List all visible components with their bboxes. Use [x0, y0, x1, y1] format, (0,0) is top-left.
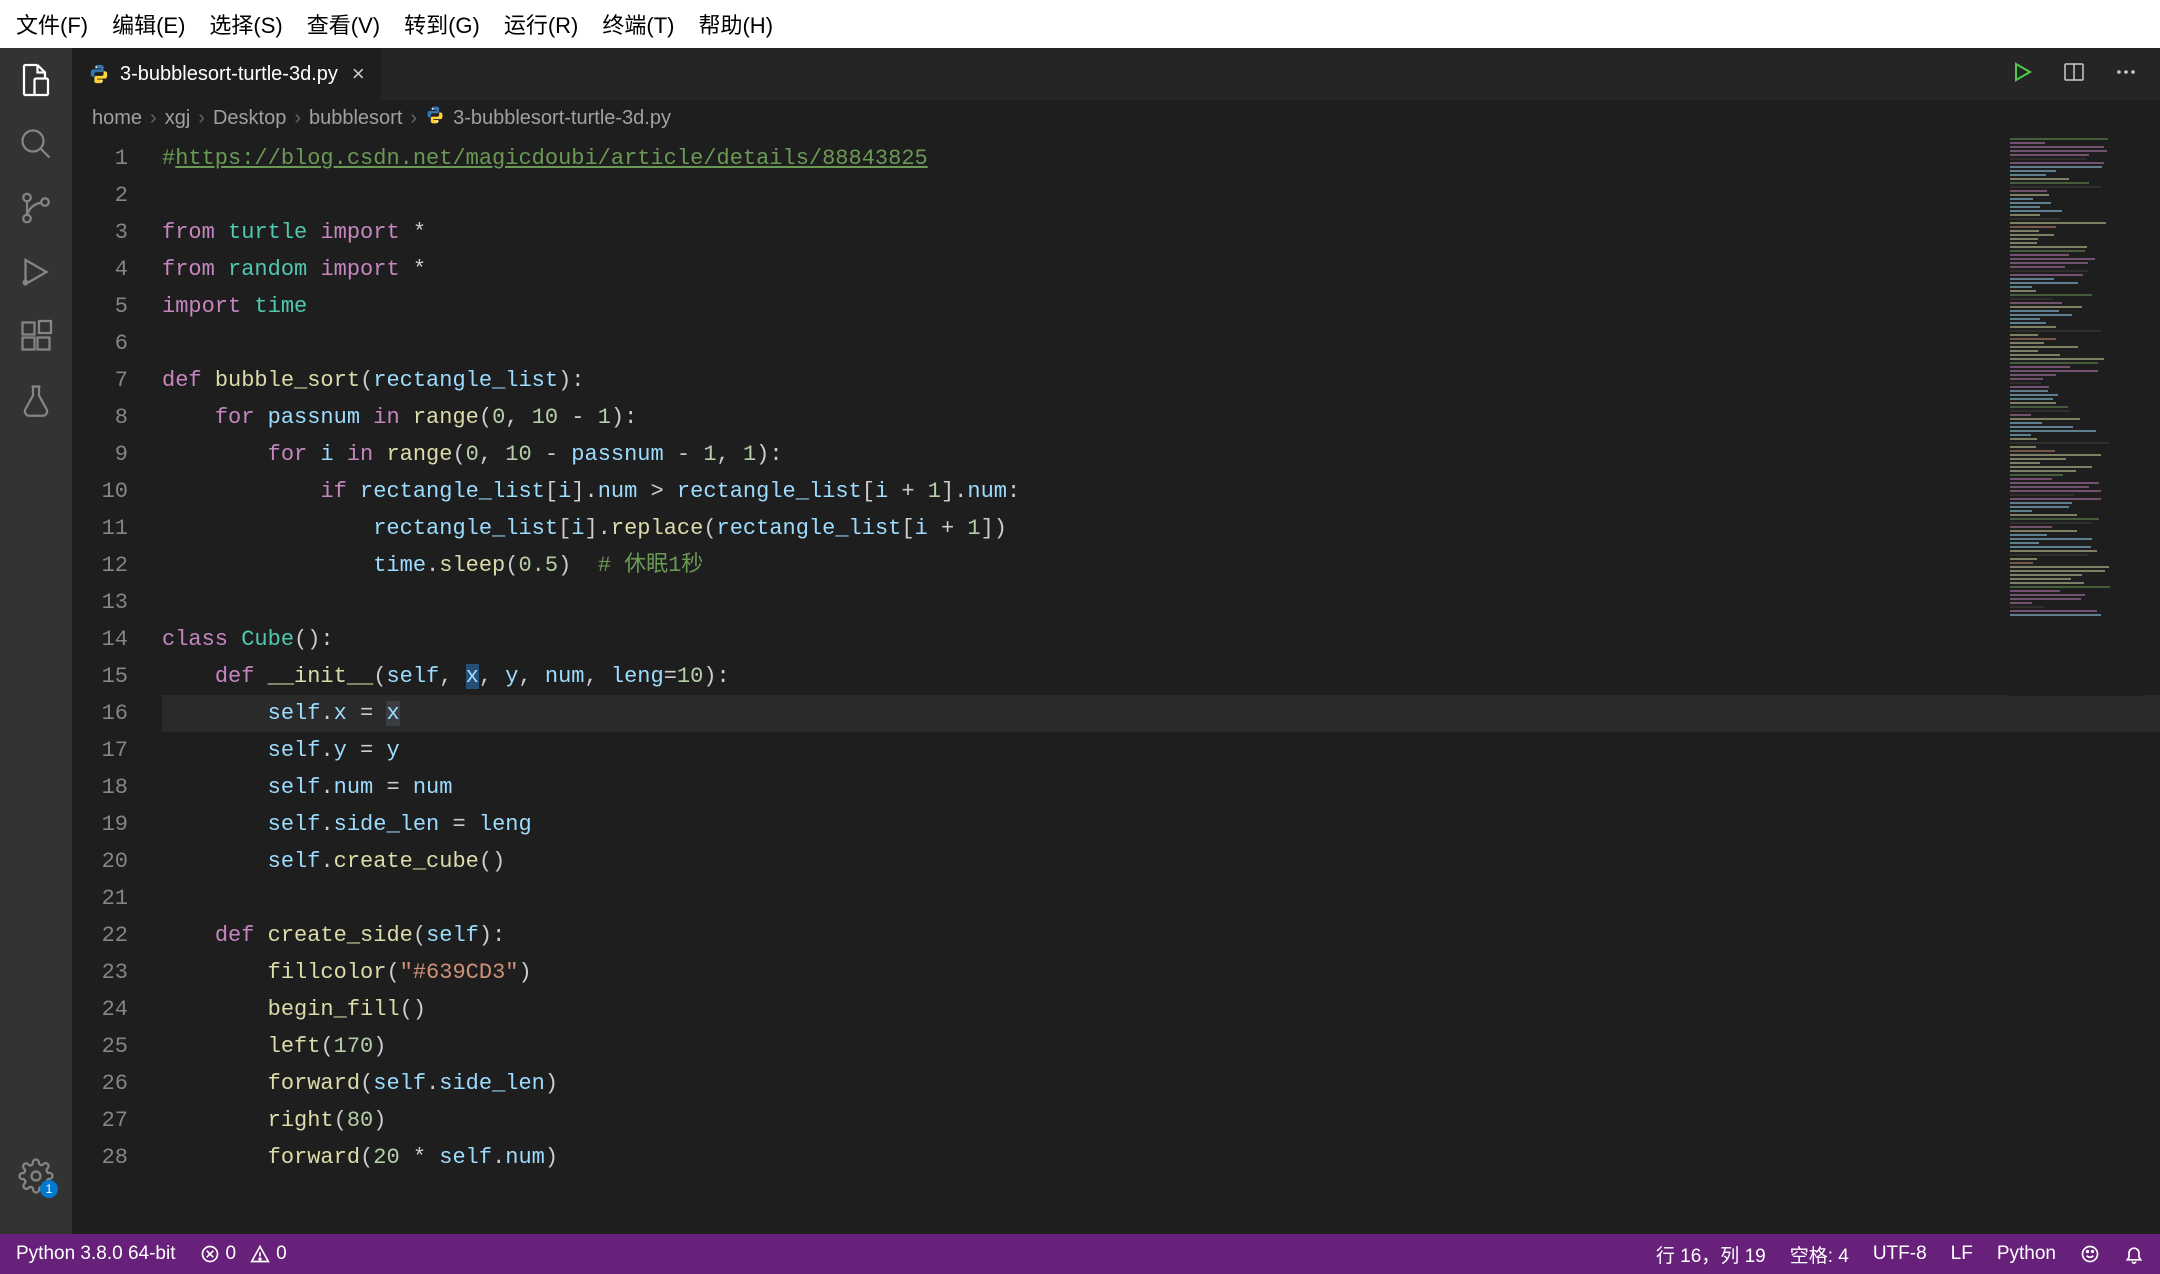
status-spaces[interactable]: 空格: 4	[1790, 1241, 1849, 1268]
code-content[interactable]: #https://blog.csdn.net/magicdoubi/articl…	[156, 136, 2160, 1234]
editor-tabs: 3-bubblesort-turtle-3d.py ×	[72, 48, 2160, 100]
status-bar: Python 3.8.0 64-bit 0 0 行 16，列 19 空格: 4 …	[0, 1234, 2160, 1274]
activity-bar: 1	[0, 48, 72, 1234]
python-file-icon	[88, 63, 110, 85]
menu-item[interactable]: 终端(T)	[602, 8, 674, 40]
source-control-icon[interactable]	[18, 190, 54, 226]
menu-item[interactable]: 转到(G)	[404, 8, 480, 40]
close-icon[interactable]: ×	[352, 61, 365, 87]
extensions-icon[interactable]	[18, 318, 54, 354]
tab-filename: 3-bubblesort-turtle-3d.py	[120, 63, 338, 86]
breadcrumb-segment[interactable]: xgj	[165, 107, 191, 130]
search-icon[interactable]	[18, 126, 54, 162]
code-editor[interactable]: 1234567891011121314151617181920212223242…	[72, 136, 2160, 1234]
run-icon[interactable]	[2010, 60, 2034, 89]
status-python-version[interactable]: Python 3.8.0 64-bit	[16, 1243, 176, 1265]
status-eol[interactable]: LF	[1951, 1243, 1973, 1265]
breadcrumb-segment[interactable]: bubblesort	[309, 107, 402, 130]
menu-item[interactable]: 编辑(E)	[112, 8, 185, 40]
breadcrumb-segment[interactable]: home	[92, 107, 142, 130]
explorer-icon[interactable]	[18, 62, 54, 98]
menubar: 文件(F) 编辑(E) 选择(S) 查看(V) 转到(G) 运行(R) 终端(T) 帮助(H)	[0, 0, 2160, 48]
python-file-icon	[425, 105, 445, 131]
more-icon[interactable]	[2114, 60, 2138, 89]
run-debug-icon[interactable]	[18, 254, 54, 290]
breadcrumb-segment[interactable]: Desktop	[213, 107, 286, 130]
testing-icon[interactable]	[18, 382, 54, 418]
breadcrumb-segment[interactable]: 3-bubblesort-turtle-3d.py	[453, 107, 671, 130]
status-problems[interactable]: 0 0	[200, 1243, 287, 1265]
notifications-icon[interactable]	[2124, 1244, 2144, 1264]
menu-item[interactable]: 帮助(H)	[698, 8, 773, 40]
line-number-gutter: 1234567891011121314151617181920212223242…	[72, 136, 156, 1234]
settings-icon[interactable]: 1	[18, 1158, 54, 1194]
menu-item[interactable]: 文件(F)	[16, 8, 88, 40]
status-encoding[interactable]: UTF-8	[1873, 1243, 1927, 1265]
split-editor-icon[interactable]	[2062, 60, 2086, 89]
menu-item[interactable]: 运行(R)	[504, 8, 579, 40]
menu-item[interactable]: 查看(V)	[307, 8, 380, 40]
breadcrumb[interactable]: home›xgj›Desktop›bubblesort›3-bubblesort…	[72, 100, 2160, 136]
status-lang[interactable]: Python	[1997, 1243, 2056, 1265]
tab-file[interactable]: 3-bubblesort-turtle-3d.py ×	[72, 48, 382, 100]
menu-item[interactable]: 选择(S)	[209, 8, 282, 40]
feedback-icon[interactable]	[2080, 1244, 2100, 1264]
status-cursor[interactable]: 行 16，列 19	[1656, 1241, 1766, 1268]
minimap[interactable]	[2006, 136, 2146, 696]
settings-badge: 1	[40, 1180, 58, 1198]
